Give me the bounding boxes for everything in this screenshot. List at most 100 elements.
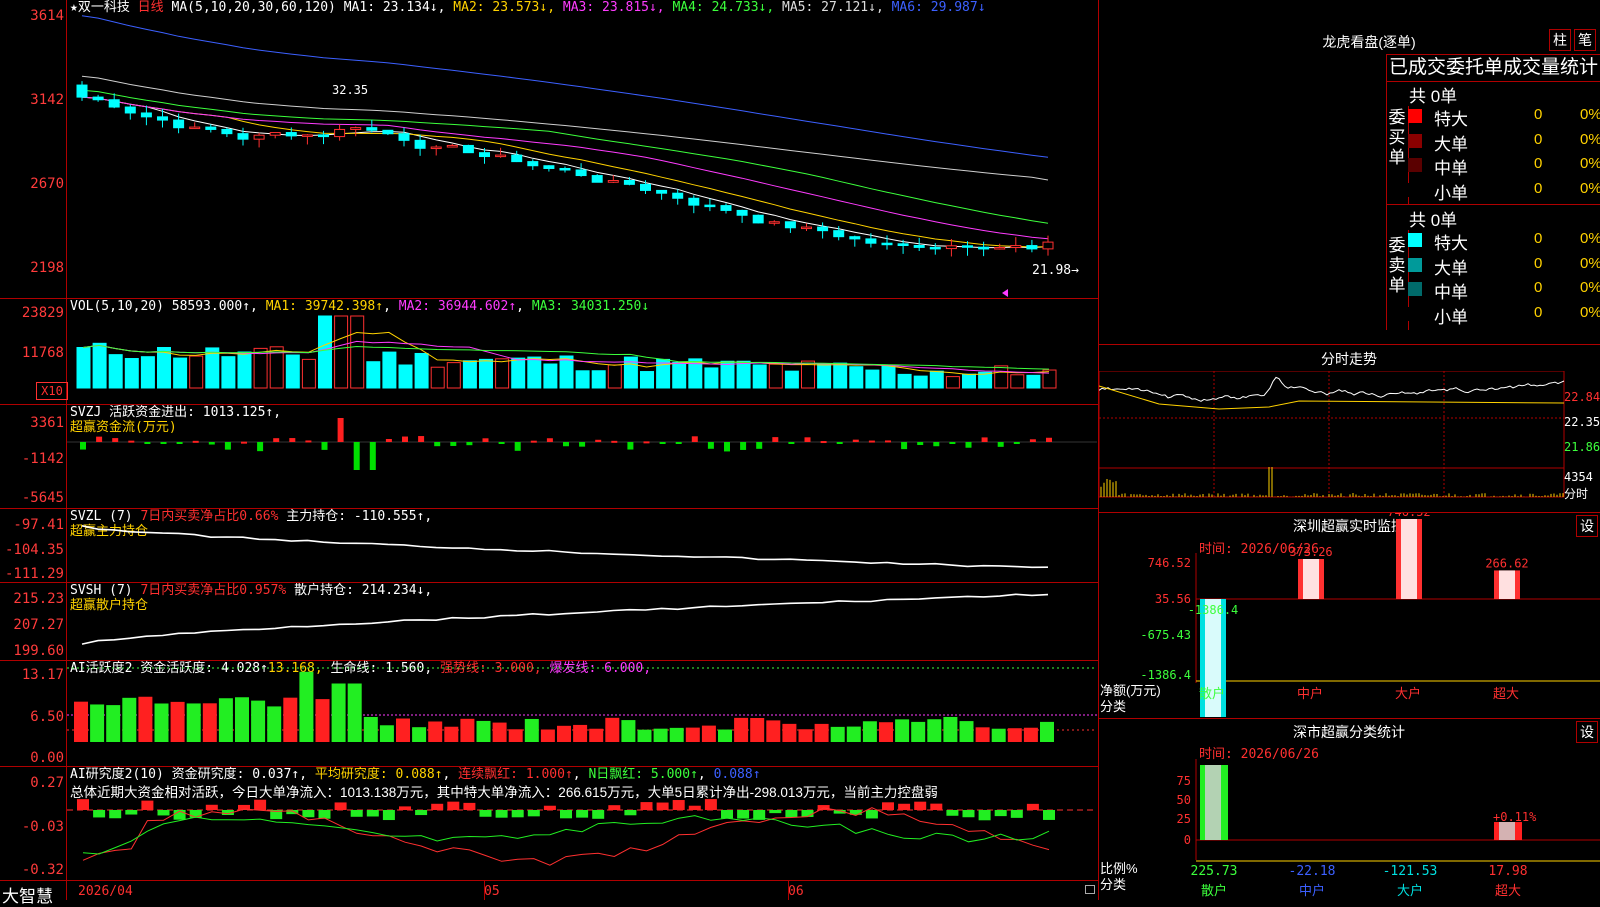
bar-value-label: 17.98 [1488, 864, 1527, 879]
activity-bar [975, 727, 990, 742]
flow-bar-positive [1029, 439, 1036, 442]
volume-bar [736, 360, 751, 389]
candle-body [801, 226, 812, 230]
research-bar [463, 802, 476, 810]
bar-value-label: 225.73 [1191, 864, 1238, 879]
activity-bar [718, 729, 732, 742]
price-panel[interactable]: 3614 3142 2670 2198 ★双一科技 日线 MA(5,10,20,… [0, 0, 1098, 298]
flow-bar-positive [611, 440, 618, 443]
y-label: 13.17 [21, 667, 64, 683]
intraday-volume: 4354 [1564, 470, 1593, 484]
candle-body [543, 165, 555, 169]
row-percent: 0% [1580, 155, 1600, 172]
research-bar [399, 806, 411, 810]
candle-body [913, 245, 925, 248]
activity-chart [67, 667, 1097, 742]
flow-bar-negative [788, 442, 795, 444]
flow-bar-negative [321, 442, 328, 450]
row-value: 0 [1534, 155, 1543, 172]
volume-bar [994, 365, 1009, 389]
vol-ma1: MA1: 39742.398↑ [265, 299, 384, 314]
research-bar [769, 810, 782, 814]
ai-research-panel[interactable]: 0.27 -0.03 -0.32 AI研究度2(10) 资金研究度: 0.037… [0, 766, 1098, 880]
ma-legend-item: MA3: 23.815↓, [555, 0, 665, 15]
research-bar [704, 799, 717, 810]
volume-bar [157, 347, 171, 389]
activity-bar [605, 717, 620, 742]
candle-body [817, 226, 829, 232]
intraday-title: 分时走势 [1321, 351, 1377, 367]
x-tick [788, 880, 789, 900]
classify-bar [1200, 765, 1228, 840]
y-label: 207.27 [13, 617, 64, 633]
svzj-panel[interactable]: 3361 -1142 -5645 SVZJ 活跃资金进出: 1013.125↑,… [0, 404, 1098, 508]
flow-bar-negative [933, 442, 940, 447]
swatch-icon [1408, 257, 1422, 272]
candle-body [446, 144, 458, 148]
volume-bar [398, 364, 413, 389]
row-value: 0 [1534, 303, 1543, 321]
activity-bar [959, 721, 974, 742]
candle-body [173, 119, 185, 129]
volume-bar [495, 358, 510, 389]
activity-bar [444, 726, 459, 742]
candle-body [752, 214, 764, 224]
volume-bar [108, 354, 123, 389]
bar-value-label: -1386.4 [1188, 603, 1239, 617]
research-bar [382, 810, 395, 821]
buy-row: 中单 0 0% [1408, 154, 1600, 178]
flow-bar-negative [917, 442, 924, 446]
volume-panel[interactable]: 23829 11768 X10 VOL(5,10,20) 58593.000↑,… [0, 298, 1098, 404]
y-label: 23829 [21, 305, 64, 321]
candle-body [269, 132, 281, 136]
volume-bar [849, 366, 864, 389]
swatch-icon [1408, 158, 1422, 172]
volume-bar [76, 347, 91, 389]
candle-body [1010, 245, 1022, 249]
y-label: -5645 [21, 490, 64, 506]
candle-body [978, 246, 990, 250]
stock-name: 双一科技 [77, 0, 130, 15]
bar-mode-button[interactable]: 柱 [1549, 29, 1571, 51]
category-label: 分类 [1100, 699, 1127, 714]
candle-body [318, 134, 329, 138]
lock-icon[interactable] [1085, 885, 1095, 894]
volume-bar [817, 363, 832, 389]
price-indicator-title: ★双一科技 日线 MA(5,10,20,30,60,120) MA1: 23.1… [70, 1, 986, 15]
y-label: 3361 [30, 415, 64, 431]
volume-bar [527, 356, 542, 389]
candle-body [656, 189, 668, 194]
pen-mode-button[interactable]: 笔 [1574, 29, 1596, 51]
volume-bar [414, 352, 429, 389]
monitor-panel[interactable]: 深圳超赢实时监控 设 时间: 2026/06/26 746.52 35.56 -67… [1099, 513, 1600, 717]
flow-bar-negative [434, 442, 441, 447]
svsh-panel[interactable]: 215.23 207.27 199.60 SVSH (7) 7日内买卖净占比0.… [0, 582, 1098, 660]
volume-bar [318, 315, 332, 389]
flow-bar-positive [530, 440, 537, 443]
activity-bar [653, 728, 668, 742]
research-bar [318, 810, 331, 819]
candle-body [205, 126, 217, 130]
volume-bar [124, 358, 139, 389]
y-label: 0.00 [30, 750, 64, 766]
research-bar [93, 810, 106, 818]
row-value: 0 [1534, 230, 1543, 247]
volume-bar [720, 360, 735, 389]
row-value: 0 [1534, 130, 1543, 148]
research-bar [688, 805, 701, 810]
ai-activity-panel[interactable]: 13.17 6.50 0.00 AI活跃度2 资金活跃度: 4.028↑13.1… [0, 660, 1098, 766]
ma-legend-item: MA4: 24.733↓, [664, 0, 775, 15]
svzl-panel[interactable]: -97.41 -104.35 -111.29 SVZL (7) 7日内买卖净占比… [0, 508, 1098, 582]
volume-bar [382, 351, 397, 389]
research-bar [447, 801, 460, 810]
activity-bar [766, 720, 781, 742]
activity-bar [251, 700, 266, 742]
candle-body [76, 84, 88, 98]
intraday-panel[interactable]: 分时走势 22.84 22.35 21.86 4354 分时 [1099, 345, 1600, 511]
classify-panel[interactable]: 深市超赢分类统计 设 时间: 2026/06/26 75 50 25 0 225.73 散… [1099, 719, 1600, 900]
row-label: 特大 [1434, 110, 1468, 129]
flow-bar-positive [241, 441, 247, 444]
vol-value: 58593.000↑ [171, 299, 251, 314]
research-bar [737, 810, 750, 819]
flow-bar-negative [514, 442, 521, 451]
